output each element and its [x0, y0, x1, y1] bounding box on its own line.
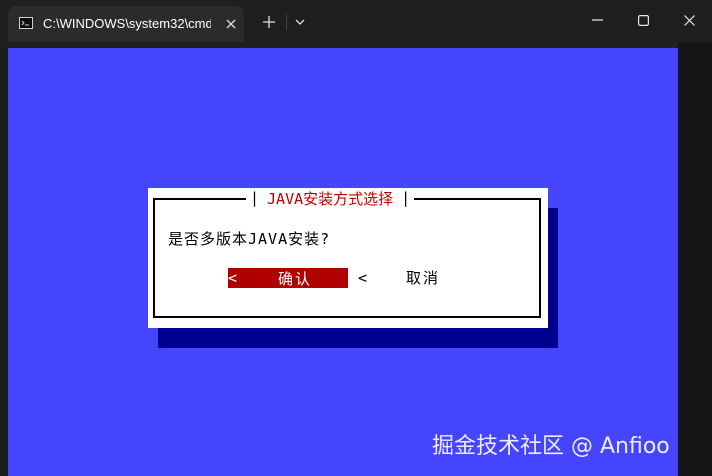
- tab-dropdown-button[interactable]: [290, 12, 310, 32]
- java-install-dialog: | JAVA安装方式选择 | 是否多版本JAVA安装? < 确认 < 取消: [148, 188, 548, 328]
- confirm-label: 确认: [278, 269, 313, 288]
- new-tab-button[interactable]: [259, 12, 279, 32]
- confirm-right-bracket: <: [358, 269, 368, 287]
- window-frame-right: [678, 42, 712, 476]
- title-right-bar: |: [401, 189, 411, 207]
- dialog-question: 是否多版本JAVA安装?: [168, 230, 331, 248]
- dialog-border: [153, 198, 541, 318]
- cancel-button[interactable]: 取消: [406, 268, 440, 288]
- tab-title: C:\WINDOWS\system32\cmd.exe: [43, 16, 211, 31]
- dialog-title: JAVA安装方式选择: [267, 189, 394, 208]
- title-left-bar: |: [250, 189, 260, 207]
- confirm-left-bracket: <: [228, 269, 238, 287]
- minimize-icon: [591, 19, 603, 21]
- maximize-button[interactable]: [620, 0, 666, 40]
- chevron-down-icon: [295, 19, 305, 25]
- confirm-button[interactable]: < 确认: [228, 268, 348, 288]
- watermark: 掘金技术社区 @ Anfioo: [432, 434, 670, 459]
- plus-icon: [263, 16, 275, 28]
- maximize-icon: [637, 14, 649, 26]
- minimize-button[interactable]: [574, 0, 620, 40]
- close-window-button[interactable]: [666, 0, 712, 40]
- window-frame-left: [0, 48, 8, 476]
- terminal-icon: [19, 17, 33, 29]
- dialog-title-area: | JAVA安装方式选择 |: [246, 188, 415, 208]
- close-tab-icon[interactable]: [222, 15, 240, 33]
- title-bar: C:\WINDOWS\system32\cmd.exe: [0, 0, 712, 42]
- close-icon: [683, 14, 695, 26]
- tab-cmd[interactable]: C:\WINDOWS\system32\cmd.exe: [8, 6, 244, 42]
- tab-separator: [286, 14, 287, 30]
